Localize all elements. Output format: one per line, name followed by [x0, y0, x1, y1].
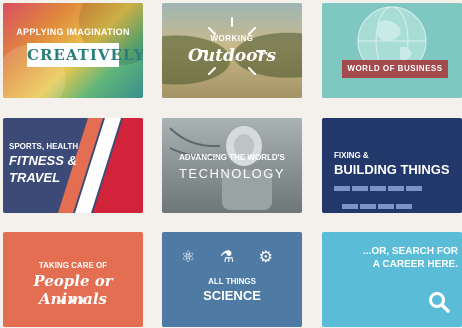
tile-subtitle: SCIENCE [203, 288, 261, 303]
tile-ribbon: WORLD OF BUSINESS [342, 60, 448, 78]
tile-subtitle: TECHNOLOGY [178, 166, 285, 181]
tile-subtitle: BUILDING THINGS [334, 162, 450, 177]
tile-banner: CREATIVELY [27, 43, 143, 67]
tile-title: WORKING [210, 34, 254, 43]
tile-building-things[interactable]: FIXING & BUILDING THINGS [322, 118, 462, 213]
tile-people-animals[interactable]: TAKING CARE OF People or Animals ♣ ♥ ❦ [3, 232, 143, 327]
tile-working-outdoors[interactable]: WORKING Outdoors [162, 3, 302, 98]
tile-title: APPLYING IMAGINATION [16, 27, 130, 37]
tile-subtitle: FITNESS & [9, 153, 77, 168]
tile-subtitle: Outdoors [187, 46, 277, 66]
tile-world-of-business[interactable]: WORLD OF BUSINESS [322, 3, 462, 98]
tile-sports-health[interactable]: SPORTS, HEALTH FITNESS & TRAVEL [3, 118, 143, 213]
tile-technology[interactable]: ADVANCING THE WORLD'S TECHNOLOGY [162, 118, 302, 213]
tile-subtitle: A CAREER HERE. [372, 259, 458, 270]
science-icons: ⚛ ⚗ ⚙ [181, 249, 283, 266]
tile-science[interactable]: ⚛ ⚗ ⚙ ALL THINGS SCIENCE [162, 232, 302, 327]
tile-title: TAKING CARE OF [38, 261, 108, 270]
tile-title: FIXING & [334, 151, 369, 160]
tile-title: ...OR, SEARCH FOR [362, 246, 458, 257]
tile-creatively[interactable]: APPLYING IMAGINATION CREATIVELY [3, 3, 143, 98]
care-icons: ♣ ♥ ❦ [59, 296, 87, 307]
tile-title: ALL THINGS [208, 277, 256, 286]
tile-title: SPORTS, HEALTH [9, 142, 79, 151]
globe-icon [357, 6, 427, 76]
tile-subtitle-2: TRAVEL [9, 170, 61, 185]
tile-title: ADVANCING THE WORLD'S [179, 153, 285, 162]
tile-search-career[interactable]: ...OR, SEARCH FOR A CAREER HERE. [322, 232, 462, 327]
bricks-icon [334, 180, 444, 213]
search-icon[interactable] [428, 291, 450, 313]
